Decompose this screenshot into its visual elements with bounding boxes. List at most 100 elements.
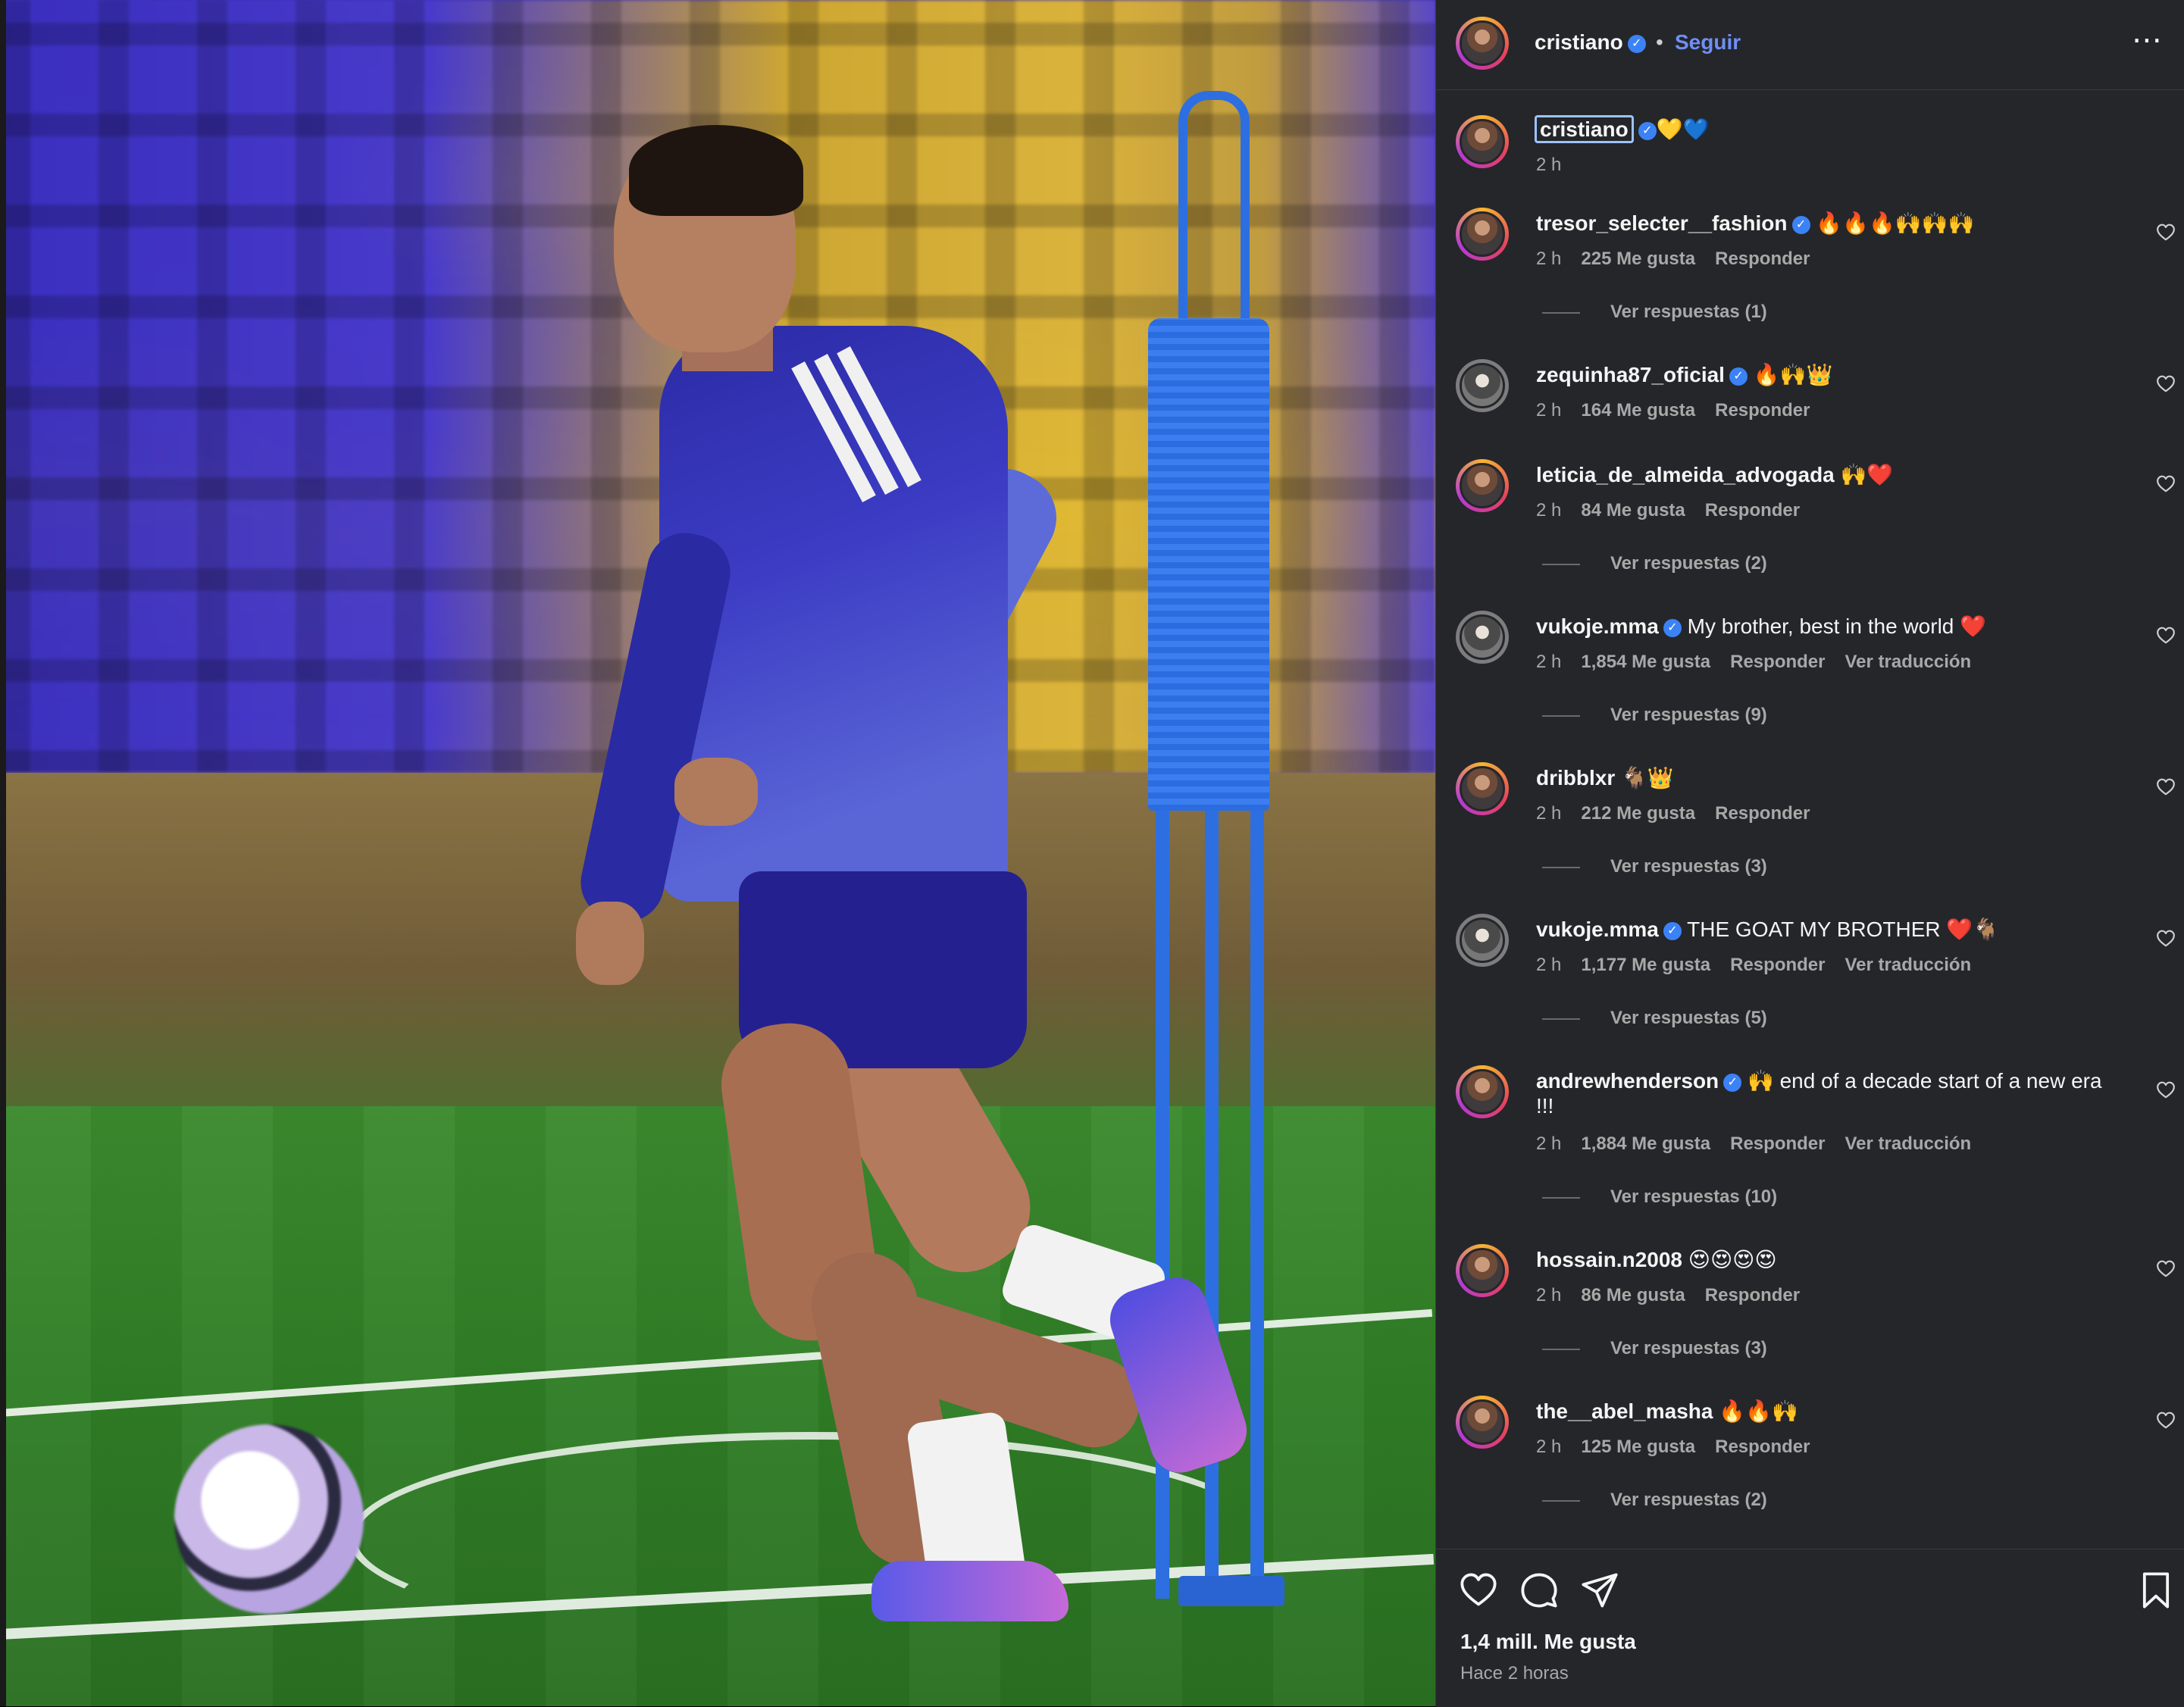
reply-button[interactable]: Responder <box>1715 803 1810 824</box>
commenter-username[interactable]: zequinha87_oficial <box>1536 363 1725 386</box>
commenter-avatar[interactable] <box>1456 208 1509 261</box>
comment-likes[interactable]: 1,854 Me gusta <box>1581 652 1710 672</box>
comment-meta: 2 h 1,884 Me gusta Responder Ver traducción <box>1536 1133 1991 1155</box>
post-photo[interactable] <box>0 0 1435 1706</box>
caption-time: 2 h <box>1536 155 1562 175</box>
comment-likes[interactable]: 212 Me gusta <box>1581 803 1695 824</box>
bookmark-icon[interactable] <box>2136 1571 2176 1610</box>
commenter-username[interactable]: hossain.n2008 <box>1536 1248 1682 1271</box>
commenter-avatar[interactable] <box>1456 459 1509 512</box>
comment-icon[interactable] <box>1519 1571 1559 1610</box>
commenter-username[interactable]: dribblxr <box>1536 766 1615 789</box>
caption-avatar[interactable] <box>1456 115 1509 168</box>
commenter-avatar[interactable] <box>1456 1244 1509 1297</box>
comment-like-heart-icon[interactable] <box>2156 1411 2176 1430</box>
reply-button[interactable]: Responder <box>1730 955 1825 975</box>
commenter-avatar[interactable] <box>1456 1065 1509 1118</box>
comment-text-line: dribblxr 🐐👑 <box>1536 765 1674 790</box>
view-replies-button[interactable]: Ver respuestas (5) <box>1542 1008 1767 1029</box>
view-replies-button[interactable]: Ver respuestas (10) <box>1542 1186 1777 1208</box>
more-options-icon[interactable]: ⋯ <box>2132 23 2164 58</box>
commenter-username[interactable]: tresor_selecter__fashion <box>1536 211 1788 235</box>
commenter-username[interactable]: andrewhenderson <box>1536 1069 1719 1093</box>
comment-likes[interactable]: 1,884 Me gusta <box>1581 1133 1710 1154</box>
comment-like-heart-icon[interactable] <box>2156 223 2176 242</box>
view-replies-button[interactable]: Ver respuestas (3) <box>1542 1338 1767 1359</box>
comment-likes[interactable]: 86 Me gusta <box>1581 1285 1685 1305</box>
reply-button[interactable]: Responder <box>1730 652 1825 672</box>
post-time[interactable]: Hace 2 horas <box>1460 1663 1569 1684</box>
comment-text: THE GOAT MY BROTHER ❤️🐐 <box>1687 918 2000 941</box>
author-username[interactable]: cristiano ✓ <box>1535 30 1646 55</box>
comment-text-line: zequinha87_oficial ✓ 🔥🙌👑 <box>1536 362 1832 387</box>
view-replies-button[interactable]: Ver respuestas (1) <box>1542 302 1767 323</box>
translate-button[interactable]: Ver traducción <box>1845 955 1971 975</box>
comment-item: vukoje.mma ✓ THE GOAT MY BROTHER ❤️🐐 2 h 1,… <box>1436 914 2184 1068</box>
comment-time[interactable]: 2 h <box>1536 1285 1561 1305</box>
commenter-avatar[interactable] <box>1456 611 1509 664</box>
comment-likes[interactable]: 125 Me gusta <box>1581 1437 1695 1457</box>
commenter-avatar[interactable] <box>1456 359 1509 412</box>
comment-likes[interactable]: 84 Me gusta <box>1581 500 1685 521</box>
comment-like-heart-icon[interactable] <box>2156 626 2176 646</box>
comment-like-heart-icon[interactable] <box>2156 929 2176 949</box>
caption-username[interactable]: cristiano <box>1535 115 1634 143</box>
translate-button[interactable]: Ver traducción <box>1845 1133 1971 1154</box>
comment-time[interactable]: 2 h <box>1536 955 1561 975</box>
comment-like-heart-icon[interactable] <box>2156 374 2176 394</box>
comment-likes[interactable]: 164 Me gusta <box>1581 400 1695 420</box>
comment-likes[interactable]: 1,177 Me gusta <box>1581 955 1710 975</box>
post-header: cristiano ✓ • Seguir ⋯ <box>1436 0 2184 90</box>
reply-button[interactable]: Responder <box>1730 1133 1825 1154</box>
comment-text: 😍😍😍😍 <box>1688 1248 1777 1271</box>
caption-text: 💛💙 <box>1656 117 1710 141</box>
like-count[interactable]: 1,4 mill. Me gusta <box>1460 1630 1636 1654</box>
comment-time[interactable]: 2 h <box>1536 500 1561 521</box>
follow-button[interactable]: Seguir <box>1675 30 1741 55</box>
reply-button[interactable]: Responder <box>1715 1437 1810 1457</box>
comment-time[interactable]: 2 h <box>1536 803 1561 824</box>
separator-dot: • <box>1656 30 1663 54</box>
comment-time[interactable]: 2 h <box>1536 249 1561 269</box>
view-replies-button[interactable]: Ver respuestas (9) <box>1542 705 1767 726</box>
verified-badge-icon: ✓ <box>1723 1073 1742 1092</box>
comment-item: vukoje.mma ✓ My brother, best in the worl… <box>1436 611 2184 765</box>
commenter-avatar[interactable] <box>1456 1396 1509 1449</box>
view-replies-button[interactable]: Ver respuestas (2) <box>1542 553 1767 574</box>
commenter-username[interactable]: vukoje.mma <box>1536 614 1659 638</box>
player-hand <box>576 902 644 985</box>
translate-button[interactable]: Ver traducción <box>1845 652 1971 672</box>
commenter-username[interactable]: the__abel_masha <box>1536 1399 1713 1423</box>
share-icon[interactable] <box>1580 1571 1619 1610</box>
reply-button[interactable]: Responder <box>1715 400 1810 420</box>
pitch-arc <box>349 1432 1273 1644</box>
comment-like-heart-icon[interactable] <box>2156 474 2176 494</box>
reply-button[interactable]: Responder <box>1705 1285 1800 1305</box>
reply-button[interactable]: Responder <box>1715 249 1810 269</box>
comment-text: 🙌❤️ <box>1840 463 1894 486</box>
comment-like-heart-icon[interactable] <box>2156 1080 2176 1100</box>
author-avatar[interactable] <box>1456 17 1509 70</box>
comment-like-heart-icon[interactable] <box>2156 777 2176 797</box>
commenter-username[interactable]: leticia_de_almeida_advogada <box>1536 463 1835 486</box>
comment-item: dribblxr 🐐👑 2 h 212 Me gusta Responder Ver r… <box>1436 762 2184 917</box>
comment-likes[interactable]: 225 Me gusta <box>1581 249 1695 269</box>
view-replies-button[interactable]: Ver respuestas (3) <box>1542 856 1767 877</box>
comment-time[interactable]: 2 h <box>1536 1133 1561 1154</box>
comment-text: 🙌 end of a decade start of a new era <box>1747 1069 2102 1093</box>
comment-time[interactable]: 2 h <box>1536 400 1561 420</box>
comment-time[interactable]: 2 h <box>1536 652 1561 672</box>
caption-line: cristiano ✓ 💛💙 <box>1535 115 1710 143</box>
verified-badge-icon: ✓ <box>1729 367 1748 386</box>
verified-badge-icon: ✓ <box>1627 34 1646 53</box>
commenter-avatar[interactable] <box>1456 762 1509 815</box>
commenter-username[interactable]: vukoje.mma <box>1536 918 1659 941</box>
comment-time[interactable]: 2 h <box>1536 1437 1561 1457</box>
comment-like-heart-icon[interactable] <box>2156 1259 2176 1279</box>
comment-item: leticia_de_almeida_advogada 🙌❤️ 2 h 84 Me … <box>1436 459 2184 614</box>
view-replies-button[interactable]: Ver respuestas (2) <box>1542 1490 1767 1511</box>
heart-icon[interactable] <box>1459 1571 1498 1610</box>
reply-button[interactable]: Responder <box>1705 500 1800 521</box>
author-name[interactable]: cristiano <box>1535 30 1623 54</box>
commenter-avatar[interactable] <box>1456 914 1509 967</box>
